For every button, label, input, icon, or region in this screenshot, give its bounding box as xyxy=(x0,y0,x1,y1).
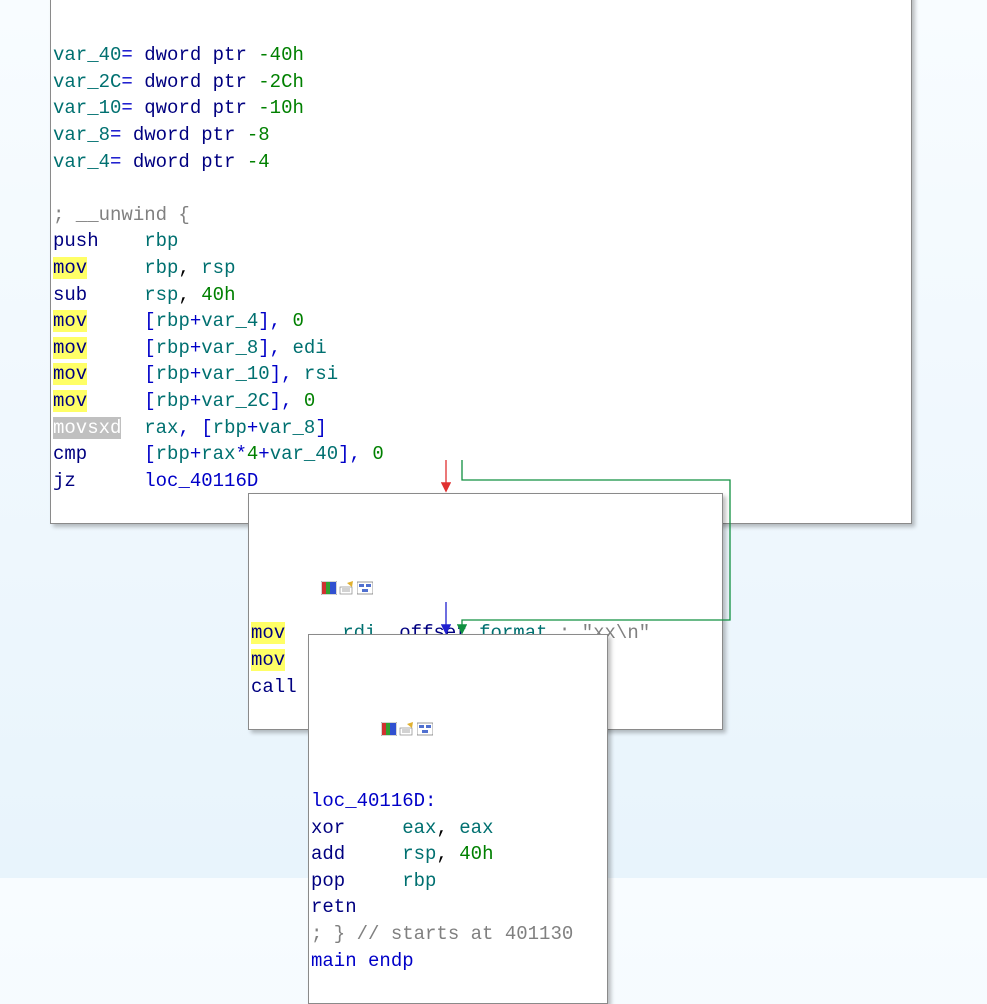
edit-icon[interactable] xyxy=(331,691,347,705)
graph-node-block-1[interactable]: var_40= dword ptr -40hvar_2C= dword ptr … xyxy=(50,0,912,524)
palette-icon[interactable] xyxy=(253,550,269,564)
group-icon[interactable] xyxy=(349,691,365,705)
node-toolbar xyxy=(309,688,607,706)
disassembly-block-1: var_40= dword ptr -40hvar_2C= dword ptr … xyxy=(51,40,911,496)
edit-icon[interactable] xyxy=(271,550,287,564)
graph-node-block-3[interactable]: loc_40116D:xor eax, eaxadd rsp, 40hpop r… xyxy=(308,634,608,1004)
disassembly-block-3: loc_40116D:xor eax, eaxadd rsp, 40hpop r… xyxy=(309,759,607,976)
node-toolbar xyxy=(249,547,722,565)
group-icon[interactable] xyxy=(289,550,305,564)
palette-icon[interactable] xyxy=(313,691,329,705)
